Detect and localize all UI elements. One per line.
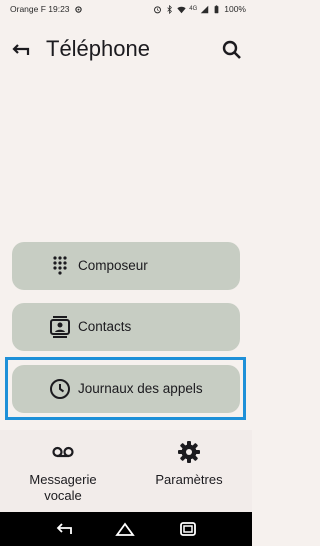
bottom-bar: Messagerie vocale Paramètres [0,430,252,512]
alarm-icon [154,5,162,13]
signal-icon [201,5,209,13]
nav-back-icon[interactable] [54,520,74,538]
back-arrow-icon[interactable] [8,38,32,62]
settings-gear-icon [74,5,82,13]
search-icon[interactable] [220,38,244,62]
page-title: Téléphone [46,36,150,61]
network-type-text: 4G [189,6,198,12]
contacts-icon [50,316,70,338]
nav-recents-icon[interactable] [178,520,198,538]
dialpad-icon [53,256,67,275]
system-nav-bar [0,512,252,546]
nav-home-icon[interactable] [115,520,135,538]
app-header: Téléphone [0,30,252,70]
dialpad-button[interactable]: Composeur [12,242,240,290]
gear-icon [178,441,200,463]
bluetooth-icon [167,4,173,14]
contacts-button[interactable]: Contacts [12,303,240,351]
selection-highlight [5,357,246,420]
voicemail-label: Messagerie vocale [29,472,97,503]
dialpad-label: Composeur [78,258,148,273]
status-bar: Orange F 19:23 4G 100% [0,0,252,20]
battery-icon [214,4,219,13]
status-bar-right: 4G 100% [153,4,246,14]
status-bar-left: Orange F 19:23 [10,4,83,14]
wifi-icon [177,6,186,13]
settings-label: Paramètres [155,472,223,487]
voicemail-button[interactable]: Messagerie vocale [0,430,126,512]
battery-text: 100% [224,4,246,14]
contacts-label: Contacts [78,319,132,334]
settings-button[interactable]: Paramètres [126,430,252,512]
carrier-time-text: Orange F 19:23 [10,4,70,14]
voicemail-icon [52,446,74,458]
